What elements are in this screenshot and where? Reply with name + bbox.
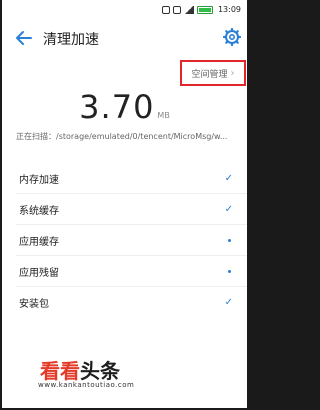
gear-icon[interactable] [223,28,241,46]
phone-screen: 13:09 清理加速 空间管理 › 3.70 MB 正在扫描：/storage/… [2,0,247,408]
alarm-icon [161,5,170,14]
item-label: 安装包 [19,298,49,310]
list-item[interactable]: 安装包 ✓ [2,287,247,317]
status-time: 13:09 [217,5,241,14]
watermark-url: www.kankantoutiao.com [38,381,135,389]
battery-icon [196,5,213,14]
space-management-button[interactable]: 空间管理 › [180,60,246,86]
clean-item-list: 内存加速 ✓ 系统缓存 ✓ 应用缓存 应用残留 安装包 ✓ [2,163,247,317]
watermark-brand-a: 看看 [40,359,80,383]
status-bar: 13:09 [2,0,247,20]
size-value: 3.70 [79,88,155,126]
page-title: 清理加速 [43,32,99,48]
list-item[interactable]: 内存加速 ✓ [2,163,247,193]
list-item[interactable]: 应用缓存 [2,225,247,255]
item-label: 应用残留 [19,267,59,279]
scanning-status: 正在扫描：/storage/emulated/0/tencent/MicroMs… [16,132,228,141]
watermark: 看看头条 www.kankantoutiao.com [2,355,247,408]
cleanable-size: 3.70 MB [2,88,247,126]
toolbar: 清理加速 [2,20,247,56]
loading-dot-icon [228,238,231,242]
item-label: 系统缓存 [19,205,59,217]
watermark-brand-b: 头条 [80,359,120,383]
back-arrow-icon[interactable] [14,28,34,48]
watermark-logo: 看看头条 [40,355,120,384]
size-unit: MB [157,111,170,120]
loading-dot-icon [228,269,231,273]
vibrate-icon [172,5,181,14]
check-icon: ✓ [224,296,233,308]
item-label: 应用缓存 [19,236,59,248]
status-icons: 13:09 [161,5,241,14]
check-icon: ✓ [224,203,233,215]
list-item[interactable]: 应用残留 [2,256,247,286]
list-item[interactable]: 系统缓存 ✓ [2,194,247,224]
chevron-right-icon: › [230,67,235,79]
space-management-label: 空间管理 [191,69,228,80]
check-icon: ✓ [224,172,233,184]
signal-icon [183,5,194,14]
item-label: 内存加速 [19,174,59,186]
